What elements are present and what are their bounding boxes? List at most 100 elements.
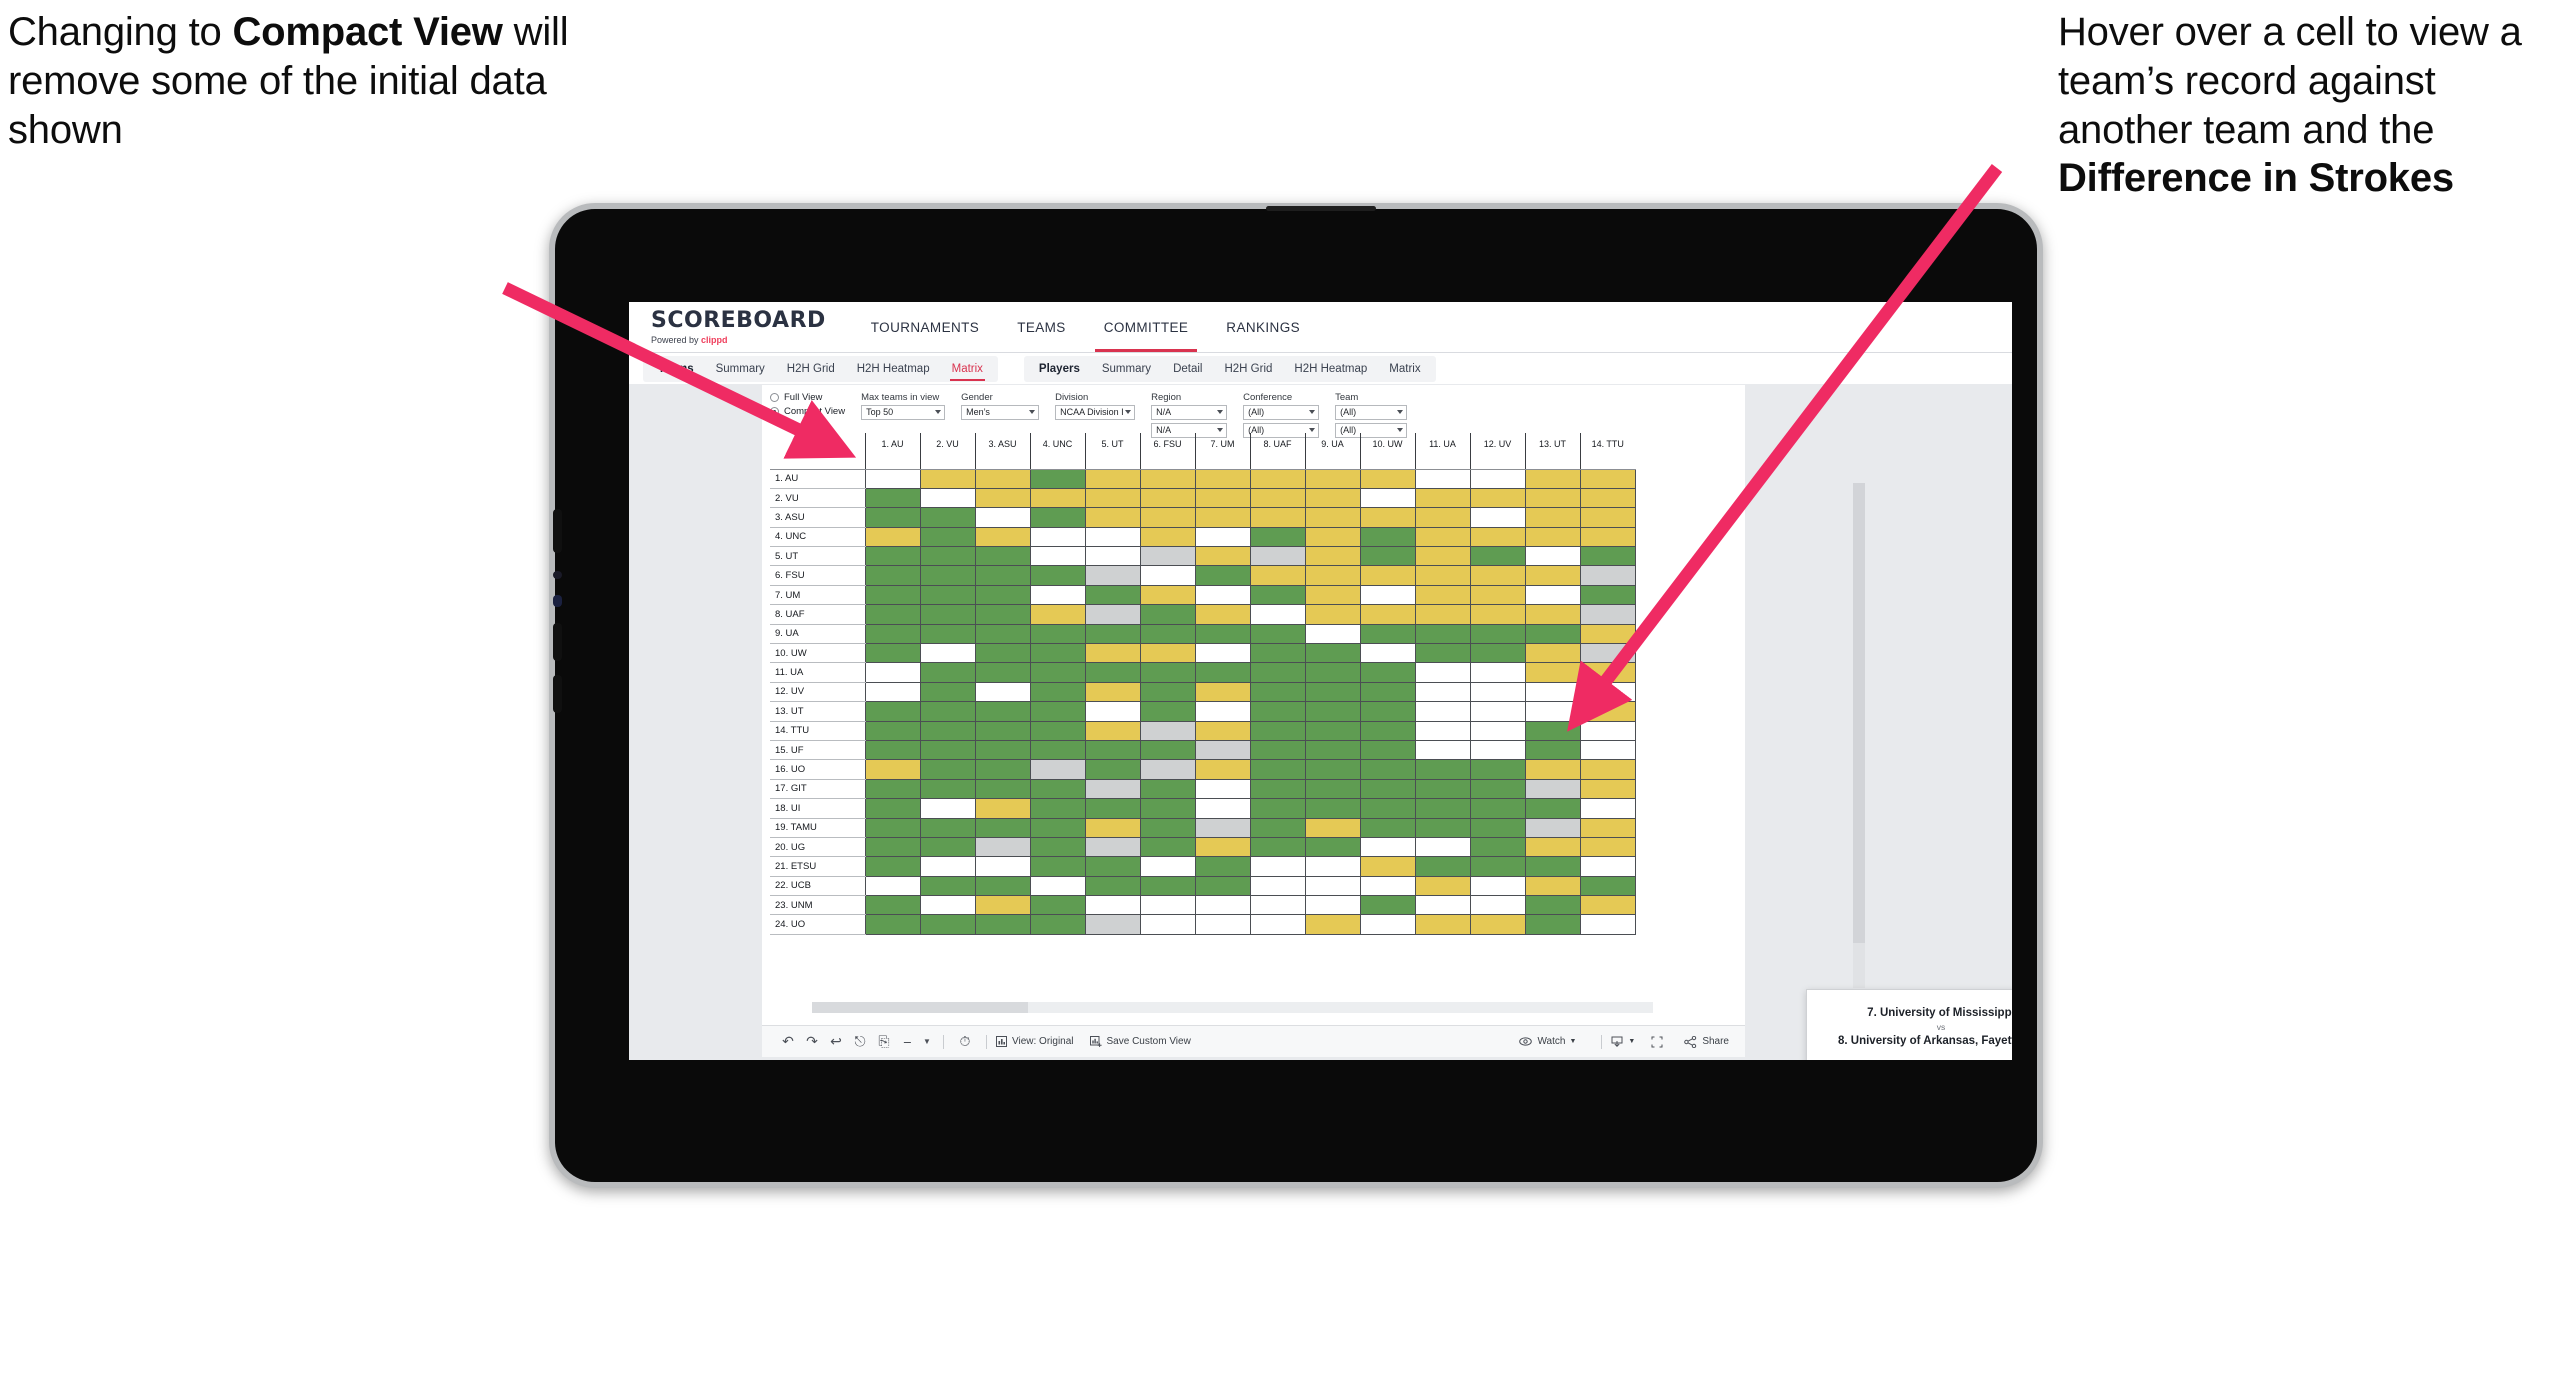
- matrix-cell[interactable]: [864, 856, 921, 877]
- matrix-cell[interactable]: [1579, 895, 1636, 916]
- matrix-cell[interactable]: [1524, 565, 1581, 586]
- matrix-vertical-scroll-thumb[interactable]: [1853, 483, 1865, 943]
- matrix-cell[interactable]: [1194, 643, 1251, 664]
- matrix-cell[interactable]: [1029, 681, 1086, 703]
- select-division[interactable]: NCAA Division I: [1055, 405, 1136, 420]
- matrix-cell[interactable]: [1084, 798, 1141, 819]
- matrix-cell[interactable]: [1139, 681, 1196, 703]
- matrix-cell[interactable]: [1084, 739, 1141, 761]
- matrix-cell[interactable]: [974, 798, 1031, 819]
- matrix-cell[interactable]: [974, 623, 1031, 645]
- matrix-horizontal-scroll-thumb[interactable]: [812, 1002, 1028, 1013]
- matrix-cell[interactable]: [1359, 507, 1416, 528]
- matrix-cell[interactable]: [1249, 836, 1306, 858]
- matrix-cell[interactable]: [1304, 623, 1361, 645]
- matrix-cell[interactable]: [864, 584, 921, 606]
- matrix-cell[interactable]: [864, 546, 921, 567]
- matrix-cell[interactable]: [1469, 817, 1526, 838]
- matrix-cell[interactable]: [1084, 526, 1141, 548]
- matrix-cell[interactable]: [1029, 914, 1086, 935]
- matrix-cell[interactable]: [1304, 875, 1361, 897]
- matrix-cell[interactable]: [1249, 546, 1306, 567]
- matrix-cell[interactable]: [1304, 526, 1361, 548]
- matrix-cell[interactable]: [1359, 623, 1416, 645]
- matrix-cell[interactable]: [1359, 701, 1416, 722]
- matrix-cell[interactable]: [1084, 681, 1141, 703]
- topnav-item-teams[interactable]: TEAMS: [998, 302, 1085, 352]
- matrix-cell[interactable]: [1304, 662, 1361, 683]
- matrix-cell[interactable]: [1359, 875, 1416, 897]
- matrix-cell[interactable]: [1084, 914, 1141, 935]
- matrix-cell[interactable]: [1524, 584, 1581, 606]
- subnav-players-h2h-grid[interactable]: H2H Grid: [1213, 356, 1283, 382]
- matrix-cell[interactable]: [864, 875, 921, 897]
- matrix-cell[interactable]: [1139, 895, 1196, 916]
- caret-down-icon[interactable]: ▼: [920, 1037, 934, 1046]
- subnav-players-summary[interactable]: Summary: [1091, 356, 1162, 382]
- matrix-cell[interactable]: [1469, 720, 1526, 741]
- matrix-cell[interactable]: [1579, 643, 1636, 664]
- matrix-cell[interactable]: [1469, 584, 1526, 606]
- matrix-cell[interactable]: [974, 681, 1031, 703]
- matrix-cell[interactable]: [1304, 507, 1361, 528]
- matrix-cell[interactable]: [1359, 856, 1416, 877]
- matrix-cell[interactable]: [1359, 565, 1416, 586]
- matrix-cell[interactable]: [1084, 662, 1141, 683]
- matrix-cell[interactable]: [1579, 604, 1636, 625]
- matrix-cell[interactable]: [1524, 604, 1581, 625]
- matrix-cell[interactable]: [974, 662, 1031, 683]
- matrix-cell[interactable]: [1304, 856, 1361, 877]
- matrix-cell[interactable]: [1359, 817, 1416, 838]
- matrix-cell[interactable]: [974, 487, 1031, 509]
- matrix-cell[interactable]: [1194, 701, 1251, 722]
- matrix-cell[interactable]: [1579, 914, 1636, 935]
- matrix-cell[interactable]: [864, 701, 921, 722]
- matrix-cell[interactable]: [1359, 778, 1416, 800]
- matrix-cell[interactable]: [1579, 546, 1636, 567]
- matrix-cell[interactable]: [1139, 565, 1196, 586]
- radio-full-view[interactable]: Full View: [770, 392, 845, 403]
- matrix-cell[interactable]: [1524, 875, 1581, 897]
- matrix-cell[interactable]: [1249, 914, 1306, 935]
- matrix-cell[interactable]: [1139, 623, 1196, 645]
- matrix-cell[interactable]: [1304, 604, 1361, 625]
- matrix-cell[interactable]: [1084, 875, 1141, 897]
- matrix-cell[interactable]: [1359, 914, 1416, 935]
- app-logo[interactable]: SCOREBOARD Powered by clippd: [651, 302, 852, 352]
- matrix-cell[interactable]: [1139, 836, 1196, 858]
- matrix-cell[interactable]: [864, 739, 921, 761]
- topnav-item-committee[interactable]: COMMITTEE: [1085, 302, 1208, 352]
- matrix-cell[interactable]: [864, 487, 921, 509]
- matrix-cell[interactable]: [1579, 507, 1636, 528]
- matrix-cell[interactable]: [864, 836, 921, 858]
- matrix-cell[interactable]: [1194, 914, 1251, 935]
- matrix-cell[interactable]: [1414, 759, 1471, 780]
- watch-button[interactable]: Watch ▼: [1519, 1036, 1576, 1047]
- matrix-cell[interactable]: [1469, 701, 1526, 722]
- matrix-cell[interactable]: [1249, 507, 1306, 528]
- matrix-cell[interactable]: [919, 875, 976, 897]
- revert-icon[interactable]: ↩: [824, 1033, 848, 1050]
- matrix-cell[interactable]: [1359, 584, 1416, 606]
- matrix-cell[interactable]: [1524, 623, 1581, 645]
- matrix-cell[interactable]: [1579, 817, 1636, 838]
- matrix-cell[interactable]: [1194, 720, 1251, 741]
- matrix-cell[interactable]: [1029, 875, 1086, 897]
- select-team-1[interactable]: (All): [1335, 405, 1408, 420]
- matrix-cell[interactable]: [1579, 759, 1636, 780]
- matrix-cell[interactable]: [919, 643, 976, 664]
- matrix-cell[interactable]: [1194, 662, 1251, 683]
- matrix-cell[interactable]: [1414, 584, 1471, 606]
- matrix-cell[interactable]: [1084, 856, 1141, 877]
- matrix-cell[interactable]: [1524, 895, 1581, 916]
- matrix-cell[interactable]: [1414, 546, 1471, 567]
- matrix-cell[interactable]: [1139, 720, 1196, 741]
- matrix-cell[interactable]: [1359, 468, 1416, 489]
- matrix-cell[interactable]: [974, 468, 1031, 489]
- clock-icon[interactable]: ⏱: [953, 1033, 977, 1050]
- matrix-cell[interactable]: [1194, 817, 1251, 838]
- matrix-cell[interactable]: [974, 565, 1031, 586]
- matrix-cell[interactable]: [1029, 487, 1086, 509]
- matrix-cell[interactable]: [1139, 662, 1196, 683]
- matrix-cell[interactable]: [974, 584, 1031, 606]
